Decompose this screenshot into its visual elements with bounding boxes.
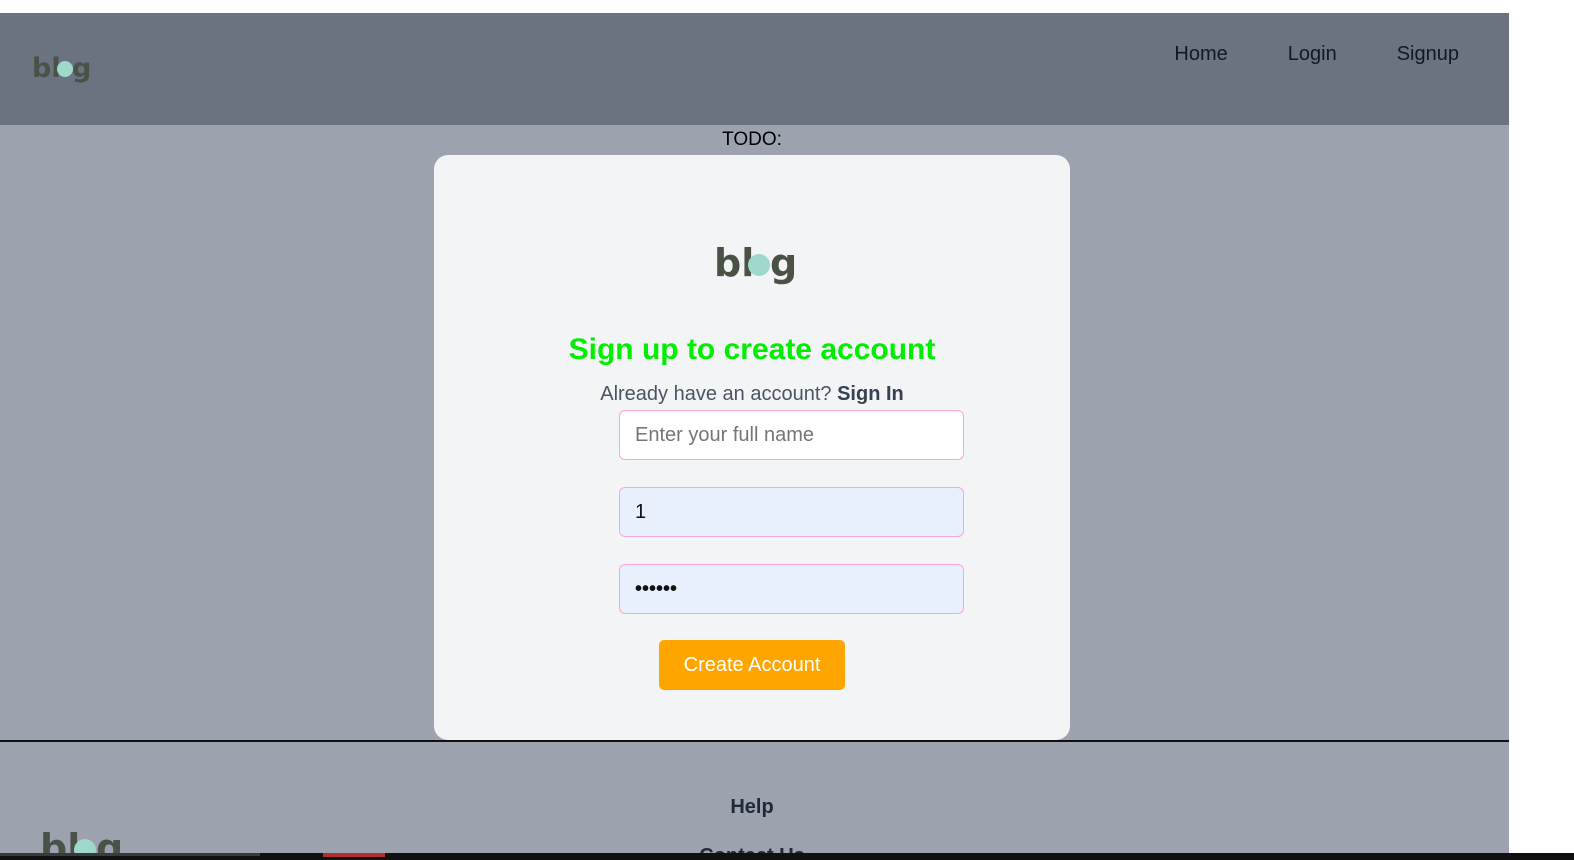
blog-logo-icon: bl g xyxy=(32,53,91,84)
taskbar-item[interactable] xyxy=(0,853,260,856)
signin-link[interactable]: Sign In xyxy=(837,383,904,405)
signup-title: Sign up to create account xyxy=(568,333,936,366)
email-label: Email: xyxy=(518,497,576,518)
nav-signup[interactable]: Signup xyxy=(1397,41,1459,67)
svg-text:g: g xyxy=(770,243,797,285)
taskbar-item-active[interactable] xyxy=(323,853,385,857)
header: bl g Home Login Signup xyxy=(0,13,1509,125)
email-input[interactable]: 1 xyxy=(619,487,964,537)
svg-text:bl: bl xyxy=(32,53,61,84)
password-label: Password: xyxy=(498,574,596,595)
nav-login[interactable]: Login xyxy=(1288,41,1337,67)
page: bl g Home Login Signup TODO: bl g Sign u… xyxy=(0,13,1509,860)
full-name-input[interactable] xyxy=(619,410,964,460)
footer-help-link[interactable]: Help xyxy=(0,796,1504,819)
todo-text: TODO: xyxy=(722,129,782,150)
password-input[interactable]: •••••• xyxy=(619,564,964,614)
signin-prompt: Already have an account? Sign In xyxy=(434,383,1070,406)
nav-home[interactable]: Home xyxy=(1174,41,1227,67)
footer-divider xyxy=(0,740,1509,742)
main-nav: Home Login Signup xyxy=(1164,41,1509,67)
signin-prompt-text: Already have an account? xyxy=(600,383,832,405)
blog-logo-icon: bl g xyxy=(714,241,797,285)
full-name-label: Full Name: xyxy=(498,421,596,442)
signup-card: bl g Sign up to create account Already h… xyxy=(434,155,1070,740)
card-logo: bl g xyxy=(714,241,798,294)
svg-text:g: g xyxy=(72,53,90,84)
logo[interactable]: bl g xyxy=(32,53,91,92)
create-account-button[interactable]: Create Account xyxy=(659,640,845,690)
